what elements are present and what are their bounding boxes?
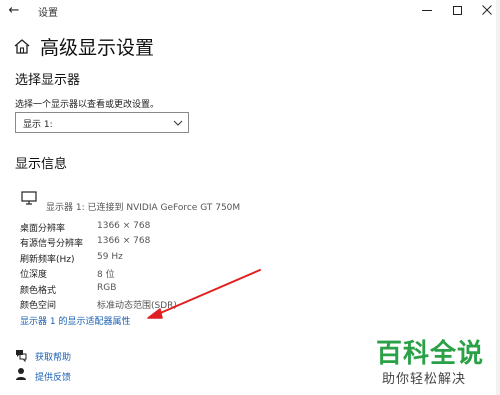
select-display-heading: 选择显示器 (15, 73, 81, 88)
info-label-active-signal-resolution: 有源信号分辨率 (20, 239, 84, 249)
page-title: 高级显示设置 (40, 37, 155, 59)
info-label-bit-depth: 位深度 (20, 270, 48, 280)
back-arrow-icon[interactable]: ← (6, 3, 22, 19)
select-display-description: 选择一个显示器以查看或更改设置。 (15, 100, 160, 110)
maximize-icon (452, 5, 462, 15)
info-label-refresh-rate: 刷新频率(Hz) (20, 255, 75, 265)
monitor-icon (21, 191, 37, 205)
get-help-icon (16, 350, 27, 362)
home-icon[interactable] (13, 38, 31, 56)
minimize-button[interactable] (412, 0, 442, 20)
watermark-logo: 百科全说 (376, 339, 485, 369)
watermark-slogan: 助你轻松解决 (382, 372, 467, 387)
display-adapter-properties-link[interactable]: 显示器 1 的显示适配器属性 (20, 314, 130, 327)
settings-window: ← 设置 高级显示设置 选择显示器 选择一个显示器以查看或更改设置。 显示 1:… (0, 0, 500, 395)
feedback-icon (16, 368, 26, 380)
dropdown-selected-value: 显示 1: (23, 120, 53, 130)
info-label-desktop-resolution: 桌面分辨率 (20, 224, 66, 234)
info-value-color-space: 标准动态范围(SDR) (97, 301, 177, 311)
monitor-status: 显示器 1: 已连接到 NVIDIA GeForce GT 750M (46, 203, 241, 213)
close-icon (482, 5, 492, 15)
get-help-link[interactable]: 获取帮助 (35, 350, 71, 363)
display-select-dropdown[interactable]: 显示 1: (15, 112, 189, 133)
window-title: 设置 (38, 8, 58, 19)
display-info-heading: 显示信息 (15, 157, 68, 172)
info-value-refresh-rate: 59 Hz (97, 252, 123, 262)
title-bar: ← 设置 (0, 0, 500, 22)
info-value-desktop-resolution: 1366 × 768 (97, 221, 151, 231)
info-value-color-format: RGB (97, 283, 117, 293)
minimize-icon (422, 9, 432, 11)
info-label-color-space: 颜色空间 (20, 301, 57, 311)
info-value-active-signal-resolution: 1366 × 768 (97, 236, 151, 246)
chevron-down-icon (173, 120, 183, 126)
window-edge (496, 0, 500, 395)
info-label-color-format: 颜色格式 (20, 286, 57, 296)
info-value-bit-depth: 8 位 (97, 270, 115, 280)
feedback-link[interactable]: 提供反馈 (35, 370, 71, 383)
maximize-button[interactable] (442, 0, 472, 20)
